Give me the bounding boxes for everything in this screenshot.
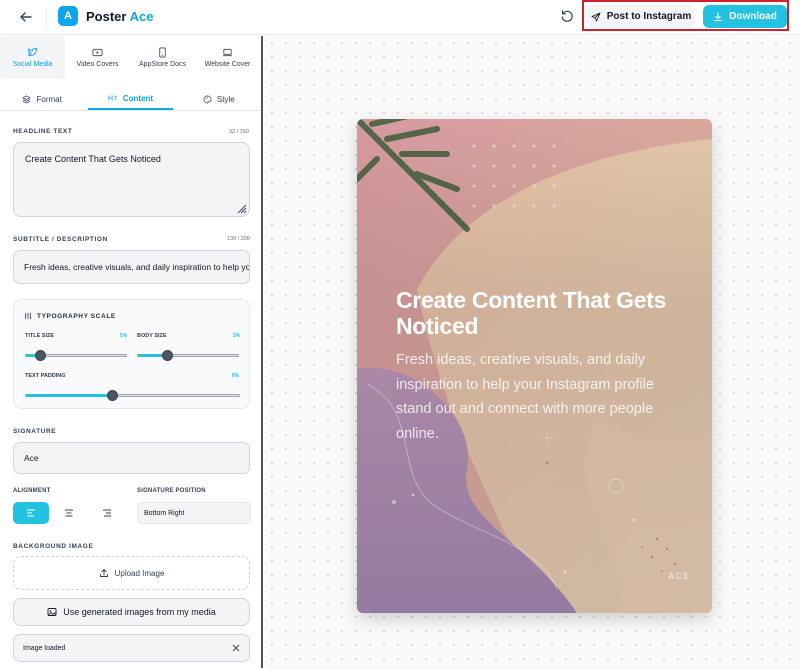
upload-image-label: Upload Image (114, 568, 165, 578)
headline-label: HEADLINE TEXT (13, 128, 73, 135)
align-center-icon (65, 509, 73, 517)
play-icon (92, 48, 103, 57)
tab-label: Video Covers (76, 61, 119, 68)
download-label: Download (729, 11, 777, 22)
generated-images-button[interactable]: Use generated images from my media (13, 598, 250, 626)
subtitle-count: 130 / 200 (227, 236, 250, 242)
image-loaded-text: Image loaded (23, 644, 66, 652)
body-size-slider[interactable] (137, 350, 239, 361)
upload-icon (99, 568, 108, 577)
headline-value: Create Content That Gets Noticed (25, 154, 161, 164)
tab-label: Format (36, 94, 62, 104)
alignment-label: ALIGNMENT (13, 488, 51, 494)
editor-tabs: Format Content Style (0, 88, 261, 111)
image-icon (47, 608, 57, 616)
category-tabs: Social Media Video Covers AppStore Docs … (0, 36, 261, 79)
generated-images-label: Use generated images from my media (63, 607, 216, 617)
typography-title: TYPOGRAPHY SCALE (24, 312, 116, 320)
post-to-instagram-label: Post to Instagram (606, 11, 692, 22)
laptop-icon (222, 48, 233, 57)
slider-thumb[interactable] (35, 350, 46, 361)
text-padding-value: 8% (232, 373, 240, 379)
tab-appstore-docs[interactable]: AppStore Docs (130, 36, 195, 79)
reset-icon[interactable] (560, 9, 574, 23)
body-size-label: BODY SIZE (137, 333, 167, 339)
title-size-slider[interactable] (25, 350, 127, 361)
sidebar: Social Media Video Covers AppStore Docs … (0, 36, 263, 670)
back-arrow-icon[interactable] (18, 9, 34, 25)
canvas-area: Create Content That Gets Noticed Fresh i… (265, 36, 800, 670)
top-bar: A Poster Ace Post to Instagram Download (0, 0, 800, 35)
sliders-icon (24, 312, 32, 320)
tab-style[interactable]: Style (177, 88, 261, 110)
title-size-label: TITLE SIZE (25, 333, 55, 339)
tab-social-media[interactable]: Social Media (0, 36, 65, 79)
title-size-value: 5% (120, 333, 128, 339)
phone-icon (159, 47, 166, 58)
typography-title-text: TYPOGRAPHY SCALE (37, 312, 116, 320)
app-name-part1: Poster (86, 9, 127, 24)
tab-format[interactable]: Format (0, 88, 84, 110)
app-name-part2: Ace (129, 9, 154, 24)
download-button[interactable]: Download (703, 5, 787, 28)
text-padding-label: TEXT PADDING (25, 373, 66, 379)
image-loaded-status: Image loaded (13, 634, 250, 662)
typography-scale-card: TYPOGRAPHY SCALE TITLE SIZE 5% BODY SIZE… (13, 299, 250, 409)
app-name: Poster Ace (86, 9, 153, 24)
resize-handle-icon[interactable] (235, 202, 247, 214)
tab-label: Social Media (12, 61, 53, 68)
signature-input[interactable]: Ace (13, 442, 250, 474)
layers-icon (23, 95, 31, 103)
subtitle-input[interactable]: Fresh ideas, creative visuals, and daily… (13, 250, 250, 284)
divider (46, 8, 47, 26)
subtitle-label: SUBTITLE / DESCRIPTION (13, 236, 108, 243)
tab-website-cover[interactable]: Website Cover (195, 36, 260, 79)
headline-textarea[interactable]: Create Content That Gets Noticed (13, 142, 250, 217)
body-size-value: 3% (233, 333, 241, 339)
slider-fill (26, 394, 114, 397)
tab-label: Content (122, 93, 154, 103)
palette-icon (203, 95, 212, 103)
alignment-group (13, 502, 125, 524)
sidebar-scrollbar[interactable] (261, 36, 263, 668)
upload-image-button[interactable]: Upload Image (13, 556, 250, 590)
post-to-instagram-button[interactable]: Post to Instagram (587, 5, 695, 28)
poster-title: Create Content That Gets Noticed (396, 287, 667, 339)
tab-content[interactable]: Content (88, 88, 173, 110)
twitter-icon (27, 47, 38, 57)
signature-label: SIGNATURE (13, 428, 57, 435)
poster-preview[interactable]: Create Content That Gets Noticed Fresh i… (357, 119, 712, 613)
close-icon[interactable] (232, 644, 240, 652)
tab-label: Style (216, 94, 235, 104)
align-right-icon (103, 509, 111, 517)
signature-position-label: SIGNATURE POSITION (137, 488, 206, 494)
poster-subtitle: Fresh ideas, creative visuals, and daily… (396, 352, 654, 442)
align-right-button[interactable] (89, 502, 125, 524)
tab-label: Website Cover (204, 61, 251, 68)
signature-position-select[interactable]: Bottom Right (137, 502, 251, 524)
heading-icon (108, 95, 117, 101)
headline-count: 32 / 150 (229, 129, 249, 135)
align-left-icon (27, 509, 35, 517)
slider-thumb[interactable] (162, 350, 173, 361)
align-left-button[interactable] (13, 502, 49, 524)
download-icon (714, 12, 723, 21)
app-logo: A (58, 6, 78, 26)
tab-video-covers[interactable]: Video Covers (65, 36, 130, 79)
slider-thumb[interactable] (107, 390, 119, 401)
background-image-label: BACKGROUND IMAGE (13, 543, 94, 550)
tab-label: AppStore Docs (138, 61, 187, 68)
poster-signature: ACE (668, 571, 691, 581)
text-padding-slider[interactable] (25, 390, 240, 401)
send-icon (591, 12, 601, 21)
align-center-button[interactable] (51, 502, 87, 524)
